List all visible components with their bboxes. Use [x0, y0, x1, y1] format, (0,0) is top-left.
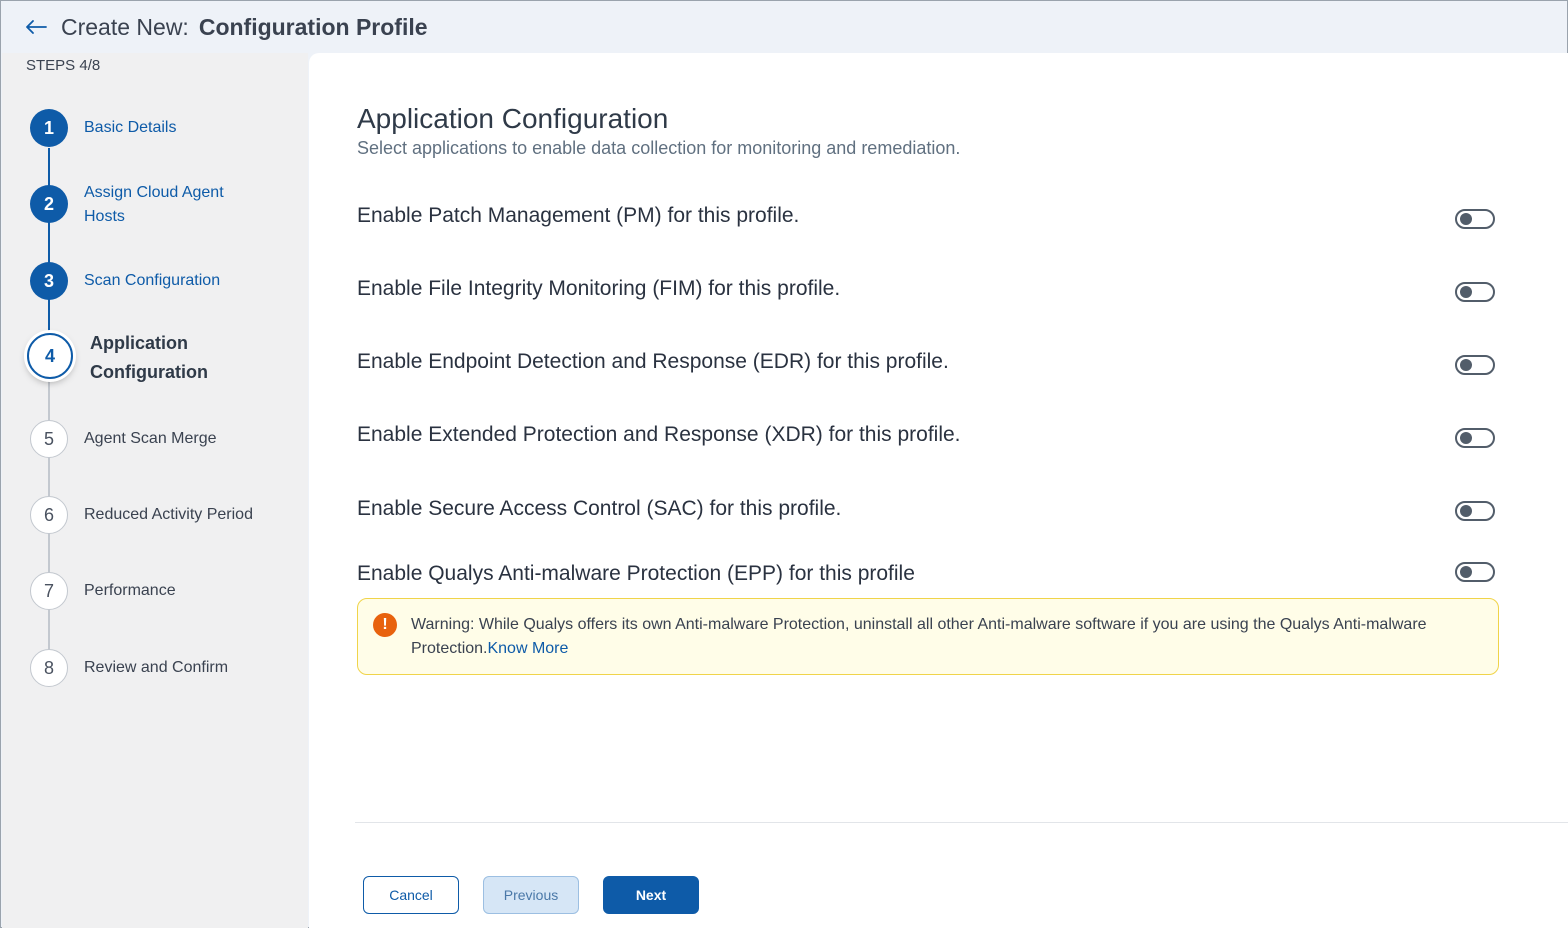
- arrow-left-icon[interactable]: [23, 14, 49, 40]
- warning-text: Warning: While Qualys offers its own Ant…: [411, 613, 1451, 661]
- previous-button[interactable]: Previous: [483, 876, 579, 914]
- step-number: 5: [30, 420, 68, 458]
- option-label: Enable Secure Access Control (SAC) for t…: [357, 497, 842, 520]
- step-label: Basic Details: [84, 119, 177, 136]
- step-label: Review and Confirm: [84, 659, 229, 676]
- footer-divider: [355, 822, 1568, 823]
- pm-toggle[interactable]: [1455, 209, 1495, 229]
- option-label: Enable Patch Management (PM) for this pr…: [357, 204, 800, 227]
- edr-toggle[interactable]: [1455, 355, 1495, 375]
- page-title-prefix: Create New:: [61, 13, 189, 40]
- section-subtitle: Select applications to enable data colle…: [357, 138, 961, 158]
- toggle-knob: [1460, 432, 1472, 444]
- step-number: 6: [30, 496, 68, 534]
- step-scan-configuration[interactable]: 3 Scan Configuration: [2, 262, 308, 302]
- option-pm: Enable Patch Management (PM) for this pr…: [357, 201, 1507, 231]
- step-label: Reduced Activity Period: [84, 506, 253, 523]
- step-review-and-confirm[interactable]: 8 Review and Confirm: [2, 649, 308, 689]
- step-label: Application Configuration: [90, 333, 208, 382]
- option-edr: Enable Endpoint Detection and Response (…: [357, 347, 1507, 377]
- page-title: Configuration Profile: [198, 13, 428, 40]
- option-label: Enable Qualys Anti-malware Protection (E…: [357, 562, 915, 585]
- toggle-knob: [1460, 286, 1472, 298]
- option-sac: Enable Secure Access Control (SAC) for t…: [357, 494, 1507, 524]
- step-label: Performance: [84, 582, 176, 599]
- step-assign-cloud-agent-hosts[interactable]: 2 Assign Cloud Agent Hosts: [2, 184, 308, 233]
- know-more-link[interactable]: Know More: [487, 640, 568, 657]
- step-reduced-activity-period[interactable]: 6 Reduced Activity Period: [2, 496, 308, 536]
- step-number: 1: [30, 109, 68, 147]
- section-title: Application Configuration: [357, 103, 669, 134]
- main-panel: Application Configuration Select applica…: [309, 53, 1568, 928]
- epp-toggle[interactable]: [1455, 562, 1495, 582]
- next-button[interactable]: Next: [603, 876, 699, 914]
- sac-toggle[interactable]: [1455, 501, 1495, 521]
- cancel-button[interactable]: Cancel: [363, 876, 459, 914]
- option-xdr: Enable Extended Protection and Response …: [357, 420, 1507, 450]
- exclamation-icon: !: [373, 613, 397, 637]
- option-label: Enable Endpoint Detection and Response (…: [357, 350, 949, 373]
- step-label: Scan Configuration: [84, 272, 221, 289]
- step-performance[interactable]: 7 Performance: [2, 572, 308, 612]
- fim-toggle[interactable]: [1455, 282, 1495, 302]
- step-number: 3: [30, 262, 68, 300]
- step-label: Agent Scan Merge: [84, 430, 217, 447]
- step-number: 8: [30, 649, 68, 687]
- step-agent-scan-merge[interactable]: 5 Agent Scan Merge: [2, 420, 308, 460]
- toggle-knob: [1460, 213, 1472, 225]
- xdr-toggle[interactable]: [1455, 428, 1495, 448]
- toggle-knob: [1460, 359, 1472, 371]
- step-basic-details[interactable]: 1 Basic Details: [2, 109, 308, 149]
- step-label: Assign Cloud Agent Hosts: [84, 184, 224, 225]
- steps-counter: STEPS 4/8: [26, 57, 101, 74]
- option-label: Enable File Integrity Monitoring (FIM) f…: [357, 277, 841, 300]
- page-header: Create New: Configuration Profile: [1, 1, 1567, 53]
- toggle-knob: [1460, 505, 1472, 517]
- step-number: 4: [27, 333, 73, 379]
- option-epp: Enable Qualys Anti-malware Protection (E…: [357, 559, 1507, 589]
- step-number: 2: [30, 185, 68, 223]
- step-connector-done: [48, 148, 50, 353]
- step-number: 7: [30, 572, 68, 610]
- warning-banner: ! Warning: While Qualys offers its own A…: [357, 598, 1499, 675]
- app-window: Create New: Configuration Profile STEPS …: [0, 0, 1568, 928]
- toggle-knob: [1460, 566, 1472, 578]
- step-application-configuration[interactable]: 4 Application Configuration: [2, 333, 308, 393]
- option-fim: Enable File Integrity Monitoring (FIM) f…: [357, 274, 1507, 304]
- steps-sidebar: STEPS 4/8 1 Basic Details 2 Assign Cloud…: [2, 53, 308, 928]
- option-label: Enable Extended Protection and Response …: [357, 423, 961, 446]
